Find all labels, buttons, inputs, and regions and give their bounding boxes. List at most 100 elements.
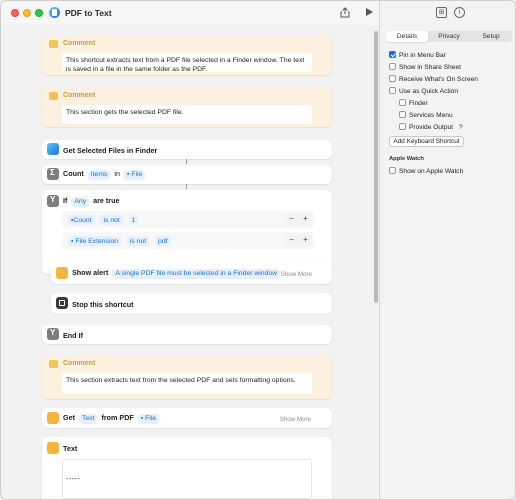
- connector: [186, 159, 187, 164]
- file-token-label: File: [145, 415, 157, 422]
- end-if-action[interactable]: Y End If: [42, 325, 332, 344]
- in-label: in: [114, 169, 120, 178]
- checkbox[interactable]: [399, 123, 406, 130]
- option-label: Provide Output: [409, 124, 453, 131]
- comment-icon: [49, 360, 58, 368]
- option-receive-whats-on-screen[interactable]: Receive What's On Screen: [389, 75, 478, 85]
- count-variable-token[interactable]: ▪Count: [68, 215, 95, 225]
- checkbox[interactable]: [399, 99, 406, 106]
- option-show-on-apple-watch[interactable]: Show on Apple Watch: [389, 167, 463, 177]
- comment-icon: [49, 92, 58, 100]
- info-icon[interactable]: i: [454, 7, 465, 18]
- file-token[interactable]: ▪ File: [124, 169, 146, 180]
- text-field-content: -----: [66, 476, 81, 483]
- text-action[interactable]: Text -----: [42, 437, 332, 499]
- zoom-button[interactable]: [35, 9, 43, 17]
- condition-content: ▪Count is not 1: [66, 215, 140, 225]
- show-more-link[interactable]: Show More: [281, 271, 312, 278]
- file-extension-token[interactable]: ▪ File Extension: [68, 236, 122, 246]
- any-token[interactable]: Any: [71, 196, 90, 207]
- option-services-menu[interactable]: Services Menu: [399, 111, 453, 121]
- add-condition-button[interactable]: +: [299, 234, 312, 246]
- remove-condition-button[interactable]: −: [285, 213, 298, 225]
- text-field[interactable]: -----: [62, 459, 312, 499]
- minimize-button[interactable]: [23, 9, 31, 17]
- option-label: Services Menu: [409, 112, 453, 119]
- option-label: Show in Share Sheet: [399, 64, 461, 71]
- window-title: PDF to Text: [65, 8, 112, 18]
- shortcuts-window: PDF to Text Comment This shortcut extrac…: [0, 0, 516, 500]
- action-title: Get Selected Files in Finder: [63, 146, 158, 155]
- title-bar: PDF to Text: [1, 1, 379, 25]
- items-token[interactable]: Items: [87, 169, 111, 180]
- option-provide-output[interactable]: Provide Output?: [399, 123, 463, 133]
- close-button[interactable]: [11, 9, 19, 17]
- alert-message-token[interactable]: A single PDF file must be selected in a …: [112, 268, 281, 279]
- help-icon[interactable]: ?: [459, 124, 463, 131]
- option-label: Pin in Menu Bar: [399, 52, 446, 59]
- option-finder[interactable]: Finder: [399, 99, 428, 109]
- file-token[interactable]: ▪ File: [137, 413, 160, 424]
- checkbox-checked[interactable]: [389, 51, 396, 58]
- comment-block[interactable]: Comment This section gets the selected P…: [42, 87, 332, 127]
- if-suffix: are true: [93, 196, 120, 205]
- tab-setup[interactable]: Setup: [470, 31, 512, 42]
- tab-details[interactable]: Details: [386, 31, 428, 42]
- checkbox[interactable]: [389, 167, 396, 174]
- comment-text[interactable]: This shortcut extracts text from a PDF f…: [62, 53, 312, 73]
- count-action[interactable]: Σ Count Items in ▪ File: [42, 165, 332, 184]
- get-selected-files-action[interactable]: Get Selected Files in Finder: [42, 140, 332, 159]
- add-keyboard-shortcut-button[interactable]: Add Keyboard Shortcut: [389, 136, 464, 147]
- tab-privacy[interactable]: Privacy: [428, 31, 470, 42]
- checkbox[interactable]: [399, 111, 406, 118]
- file-extension-label: File Extension: [75, 237, 119, 245]
- option-pin-in-menu-bar[interactable]: Pin in Menu Bar: [389, 51, 446, 61]
- shortcut-editor[interactable]: Comment This shortcut extracts text from…: [1, 25, 379, 499]
- share-icon[interactable]: [340, 7, 350, 18]
- add-condition-button[interactable]: +: [299, 213, 312, 225]
- option-label: Use as Quick Action: [399, 88, 459, 95]
- checkbox[interactable]: [389, 75, 396, 82]
- end-if-label: End If: [63, 331, 83, 340]
- option-label: Show on Apple Watch: [399, 168, 464, 175]
- comment-label: Comment: [63, 40, 96, 47]
- option-show-in-share-sheet[interactable]: Show in Share Sheet: [389, 63, 461, 73]
- stop-shortcut-action[interactable]: Stop this shortcut: [51, 293, 332, 314]
- details-sidebar: ⊞ i Details Privacy Setup Pin in Menu Ba…: [379, 1, 515, 499]
- checkbox[interactable]: [389, 63, 396, 70]
- library-icon[interactable]: ⊞: [436, 7, 447, 18]
- operator-token[interactable]: is not: [126, 236, 150, 246]
- file-token-label: File: [131, 171, 143, 178]
- shortcut-icon[interactable]: [49, 7, 60, 18]
- comment-label: Comment: [63, 92, 96, 99]
- get-label: Get: [63, 413, 75, 422]
- comment-block[interactable]: Comment This shortcut extracts text from…: [42, 35, 332, 75]
- checkbox[interactable]: [389, 87, 396, 94]
- comment-block[interactable]: Comment This section extracts text from …: [42, 355, 332, 399]
- condition-row[interactable]: ▪ File Extension is not pdf − +: [62, 232, 314, 249]
- text-token[interactable]: Text: [78, 413, 98, 424]
- condition-row[interactable]: ▪Count is not 1 − +: [62, 211, 314, 228]
- option-use-as-quick-action[interactable]: Use as Quick Action: [389, 87, 458, 97]
- show-alert-action[interactable]: Show alert A single PDF file must be sel…: [51, 263, 332, 284]
- show-more-link[interactable]: Show More: [280, 416, 311, 423]
- get-text-from-pdf-action[interactable]: Get Text from PDF ▪ File Show More: [42, 408, 332, 428]
- stop-label: Stop this shortcut: [72, 300, 134, 309]
- value-token[interactable]: pdf: [155, 236, 171, 246]
- remove-condition-button[interactable]: −: [285, 234, 298, 246]
- scroll-thumb[interactable]: [374, 31, 378, 303]
- play-icon[interactable]: [364, 7, 374, 18]
- comment-text[interactable]: This section gets the selected PDF file.: [62, 105, 312, 124]
- comment-text[interactable]: This section extracts text from the sele…: [62, 373, 312, 394]
- value-token[interactable]: 1: [128, 215, 139, 225]
- comment-icon: [49, 40, 58, 48]
- condition-content: ▪ File Extension is not pdf: [66, 236, 173, 246]
- comment-label: Comment: [63, 360, 96, 367]
- condition-stepper: − +: [285, 234, 312, 246]
- if-line: If Any are true: [63, 196, 119, 207]
- option-label: Receive What's On Screen: [399, 76, 478, 83]
- text-icon: [47, 412, 59, 424]
- text-label: Text: [63, 444, 78, 453]
- if-action[interactable]: Y If Any are true ▪Count is not 1 − + ▪ …: [42, 190, 332, 274]
- operator-token[interactable]: is not: [100, 215, 123, 225]
